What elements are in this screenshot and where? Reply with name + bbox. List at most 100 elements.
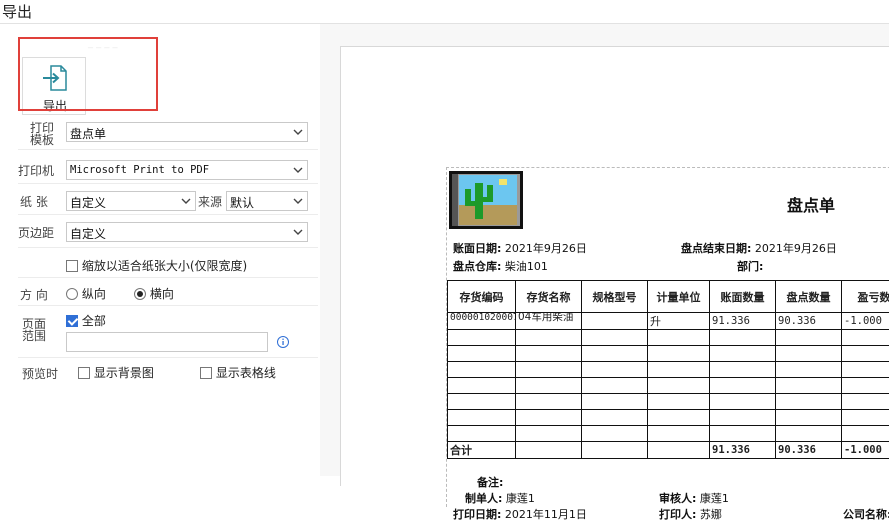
cell-code: 000001020007 (448, 313, 516, 330)
table-cell (516, 330, 582, 346)
chevron-down-icon (292, 225, 304, 239)
portrait-option[interactable]: 纵向 (66, 285, 106, 302)
template-value: 盘点单 (70, 125, 106, 142)
paper-select[interactable]: 自定义 (66, 191, 196, 211)
export-button[interactable]: 导出 (22, 57, 86, 115)
template-select[interactable]: 盘点单 (66, 122, 308, 142)
printer-select[interactable]: Microsoft Print to PDF (66, 160, 308, 180)
orientation-row: 方 向 纵向 横向 (18, 280, 318, 306)
table-cell (516, 346, 582, 362)
watermark: _ _ _ _ (88, 38, 118, 49)
document: 盘点单 账面日期: 2021年9月26日 盘点结束日期: 2021年9月26日 … (446, 167, 889, 507)
paper-value: 自定义 (70, 194, 106, 211)
landscape-label: 横向 (150, 287, 174, 301)
table-cell (648, 362, 710, 378)
table-cell (582, 394, 648, 410)
total-diff-qty: -1.000 (842, 442, 889, 459)
cell-spec (582, 313, 648, 330)
show-bg-label: 显示背景图 (94, 366, 154, 380)
margin-select[interactable]: 自定义 (66, 222, 308, 242)
table-cell (842, 330, 889, 346)
table-cell (448, 426, 516, 442)
table-cell (516, 362, 582, 378)
show-grid-option[interactable]: 显示表格线 (200, 364, 276, 381)
chevron-down-icon (180, 194, 192, 208)
show-bg-option[interactable]: 显示背景图 (78, 364, 154, 381)
table-cell (582, 378, 648, 394)
table-cell (776, 410, 842, 426)
table-cell (842, 378, 889, 394)
chevron-down-icon (292, 194, 304, 208)
document-title: 盘点单 (787, 192, 835, 216)
fit-width-checkbox[interactable] (66, 260, 78, 272)
table-cell (710, 410, 776, 426)
total-book-qty: 91.336 (710, 442, 776, 459)
fit-width-option[interactable]: 缩放以适合纸张大小(仅限宽度) (66, 257, 247, 274)
template-row: 打印 模板 盘点单 (18, 120, 318, 150)
column-header: 存货编码 (448, 281, 516, 313)
table-cell (776, 362, 842, 378)
fit-width-label: 缩放以适合纸张大小(仅限宽度) (82, 259, 247, 273)
company-label: 公司名称: (843, 508, 889, 521)
table-cell (648, 410, 710, 426)
window-titlebar: 导出 (0, 0, 889, 24)
page-range-label-line2: 范围 (22, 330, 46, 342)
page-all-option[interactable]: 全部 (66, 312, 106, 329)
company: 公司名称: (843, 506, 889, 522)
total-row: 合计 91.336 90.336 -1.000 (448, 442, 889, 459)
cell-diff-qty: -1.000 (842, 313, 889, 330)
template-label-line2: 模板 (30, 134, 54, 146)
account-date-label: 账面日期: (453, 242, 501, 255)
end-date-value: 2021年9月26日 (755, 242, 837, 255)
printer-label: 打印机 (18, 162, 54, 179)
page-all-label: 全部 (82, 314, 106, 328)
inventory-table: 存货编码 存货名称 规格型号 计量单位 账面数量 盘点数量 盈亏数量 00000… (447, 280, 889, 459)
table-row (448, 426, 889, 442)
print-date: 打印日期: 2021年11月1日 (453, 506, 587, 522)
margin-value: 自定义 (70, 225, 106, 242)
show-bg-checkbox[interactable] (78, 367, 90, 379)
table-row (448, 346, 889, 362)
cactus-logo-icon (449, 171, 523, 229)
column-header: 计量单位 (648, 281, 710, 313)
maker-label: 制单人: (465, 492, 502, 505)
end-date: 盘点结束日期: 2021年9月26日 (681, 240, 837, 256)
export-icon (40, 63, 70, 93)
page-range-label: 页面 范围 (22, 318, 46, 342)
table-cell (710, 362, 776, 378)
info-icon[interactable] (276, 335, 290, 349)
table-row: 000001020007 04车用柴油 升 91.336 90.336 -1.0… (448, 313, 889, 330)
account-date-value: 2021年9月26日 (505, 242, 587, 255)
window-title: 导出 (2, 1, 32, 22)
total-empty-cell (648, 442, 710, 459)
table-cell (776, 330, 842, 346)
print-person-label: 打印人: (659, 508, 696, 521)
table-row (448, 410, 889, 426)
portrait-radio[interactable] (66, 288, 78, 300)
total-count-qty: 90.336 (776, 442, 842, 459)
table-cell (448, 346, 516, 362)
column-header: 规格型号 (582, 281, 648, 313)
paper-source-select[interactable]: 默认 (226, 191, 308, 211)
table-row (448, 330, 889, 346)
table-cell (842, 394, 889, 410)
table-cell (648, 378, 710, 394)
landscape-option[interactable]: 横向 (134, 285, 174, 302)
page-range-input[interactable] (66, 332, 268, 352)
table-cell (448, 394, 516, 410)
table-cell (582, 346, 648, 362)
show-grid-checkbox[interactable] (200, 367, 212, 379)
column-header: 存货名称 (516, 281, 582, 313)
paper-row: 纸 张 自定义 来源 默认 (18, 187, 318, 215)
landscape-radio[interactable] (134, 288, 146, 300)
table-cell (710, 330, 776, 346)
department-label: 部门: (737, 260, 763, 273)
print-date-value: 2021年11月1日 (505, 508, 587, 521)
column-header: 账面数量 (710, 281, 776, 313)
printer-row: 打印机 Microsoft Print to PDF (18, 156, 318, 184)
table-row (448, 362, 889, 378)
orientation-label: 方 向 (20, 286, 48, 303)
total-label: 合计 (448, 442, 516, 459)
page-all-checkbox[interactable] (66, 315, 78, 327)
print-person: 打印人: 苏娜 (659, 506, 722, 522)
